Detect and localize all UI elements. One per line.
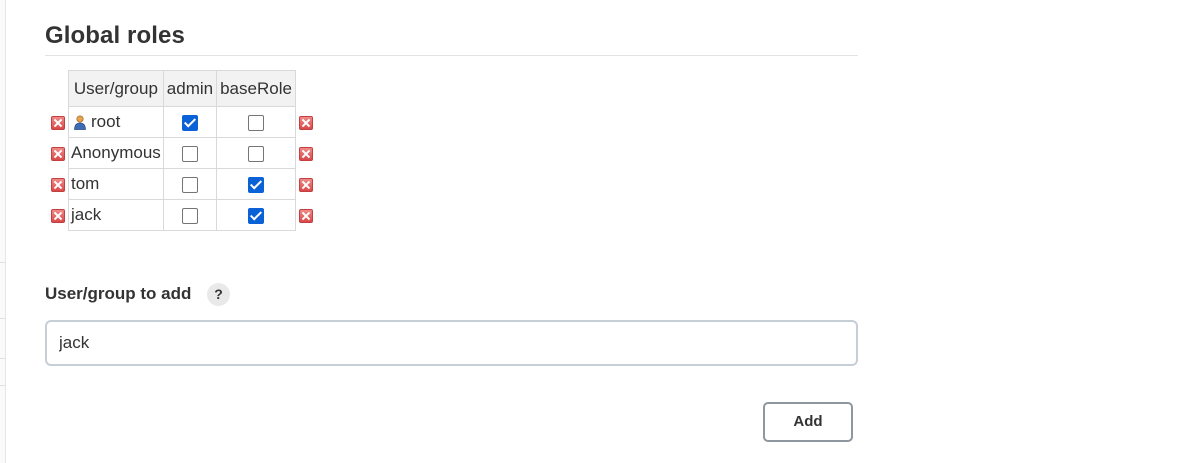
table-row: root xyxy=(48,106,316,138)
delete-left-icon[interactable] xyxy=(51,177,65,192)
baserole-checkbox[interactable] xyxy=(248,145,264,162)
column-header-admin: admin xyxy=(162,70,218,107)
sidebar-edge xyxy=(0,0,6,463)
baserole-checkbox[interactable] xyxy=(248,114,264,131)
baserole-checkbox[interactable] xyxy=(248,207,264,224)
admin-checkbox[interactable] xyxy=(181,114,198,131)
table-row: tom xyxy=(48,168,316,200)
add-button[interactable]: Add xyxy=(763,402,853,442)
user-cell: Anonymous xyxy=(68,137,164,169)
admin-checkbox[interactable] xyxy=(181,207,198,224)
delete-right-icon[interactable] xyxy=(298,115,313,130)
user-name: Anonymous xyxy=(71,143,161,162)
admin-cell xyxy=(162,199,218,231)
section-divider xyxy=(45,55,858,56)
baserole-checkbox[interactable] xyxy=(248,176,264,193)
delete-right-icon[interactable] xyxy=(298,146,313,161)
global-roles-table: User/group admin baseRole root Anonymous… xyxy=(48,70,316,231)
user-name: root xyxy=(91,112,121,131)
help-icon[interactable]: ? xyxy=(207,283,230,306)
user-cell: jack xyxy=(68,199,164,231)
user-group-input[interactable] xyxy=(45,320,858,366)
delete-left-icon[interactable] xyxy=(51,146,65,161)
delete-left-icon[interactable] xyxy=(51,115,65,130)
table-row: jack xyxy=(48,199,316,231)
page: Global roles User/group admin baseRole r… xyxy=(0,0,1187,463)
user-group-to-add-label: User/group to add xyxy=(45,284,192,303)
user-cell: root xyxy=(68,106,164,138)
user-name: tom xyxy=(71,174,100,193)
baserole-cell xyxy=(216,168,296,200)
baserole-cell xyxy=(216,137,296,169)
admin-checkbox[interactable] xyxy=(181,145,198,162)
user-icon xyxy=(74,114,86,130)
admin-cell xyxy=(162,137,218,169)
column-header-baserole: baseRole xyxy=(216,70,296,107)
admin-cell xyxy=(162,106,218,138)
section-title: Global roles xyxy=(45,22,185,49)
baserole-cell xyxy=(216,106,296,138)
admin-checkbox[interactable] xyxy=(181,176,198,193)
delete-right-icon[interactable] xyxy=(298,177,313,192)
delete-right-icon[interactable] xyxy=(298,208,313,223)
user-cell: tom xyxy=(68,168,164,200)
admin-cell xyxy=(162,168,218,200)
delete-left-icon[interactable] xyxy=(51,208,65,223)
table-row: Anonymous xyxy=(48,137,316,169)
user-name: jack xyxy=(71,205,102,224)
baserole-cell xyxy=(216,199,296,231)
column-header-user-group: User/group xyxy=(68,70,164,107)
